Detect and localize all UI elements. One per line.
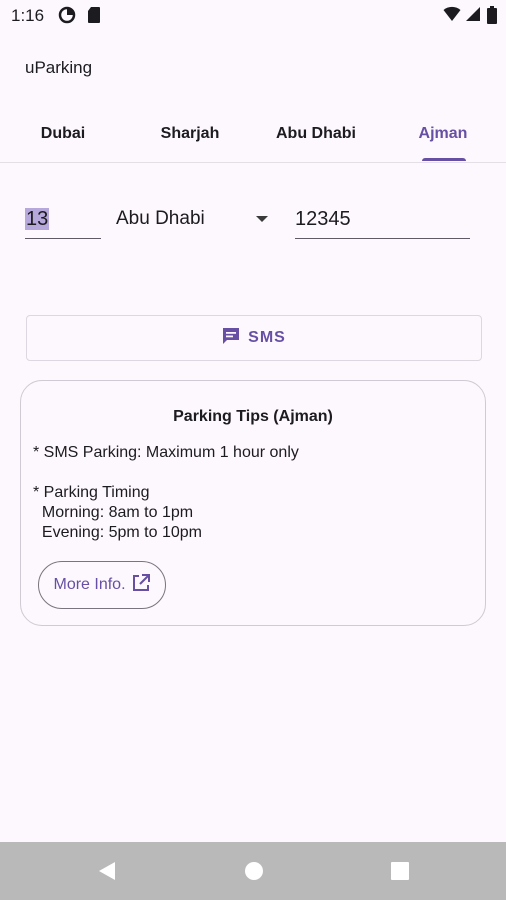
data-saver-icon: [58, 6, 76, 29]
tab-ajman[interactable]: Ajman: [380, 110, 506, 162]
signal-icon: [465, 6, 481, 27]
tab-sharjah[interactable]: Sharjah: [127, 110, 253, 162]
app-title: uParking: [25, 58, 93, 77]
tips-line: * Parking Timing: [33, 484, 150, 501]
open-in-new-icon: [131, 573, 151, 598]
back-icon[interactable]: [97, 861, 117, 886]
recents-icon[interactable]: [390, 861, 410, 886]
wifi-icon: [443, 6, 461, 27]
tips-line: * SMS Parking: Maximum 1 hour only: [33, 444, 299, 461]
sms-button[interactable]: SMS: [26, 315, 482, 361]
more-info-label: More Info.: [53, 576, 126, 593]
dropdown-arrow-icon: [256, 216, 268, 222]
tab-dubai[interactable]: Dubai: [0, 110, 126, 162]
parking-tips-card: Parking Tips (Ajman) * SMS Parking: Maxi…: [20, 380, 486, 626]
emirate-tabs: Dubai Sharjah Abu Dhabi Ajman: [0, 110, 506, 163]
plate-number-input[interactable]: 12345: [295, 200, 470, 239]
status-bar: 1:16: [0, 0, 506, 34]
emirate-dropdown-value: Abu Dhabi: [116, 208, 205, 229]
sms-icon: [222, 327, 240, 350]
system-nav-bar: [0, 842, 506, 900]
more-info-button[interactable]: More Info.: [38, 561, 166, 609]
status-time: 1:16: [11, 6, 45, 25]
emirate-dropdown[interactable]: Abu Dhabi: [116, 200, 276, 238]
sim-card-icon: [87, 6, 101, 29]
battery-icon: [487, 6, 497, 29]
tips-line: Morning: 8am to 1pm: [33, 504, 194, 521]
sms-button-label: SMS: [248, 329, 286, 346]
tab-indicator: [422, 158, 466, 161]
tab-abu-dhabi[interactable]: Abu Dhabi: [253, 110, 379, 162]
plate-number-value: 12345: [295, 208, 351, 230]
home-icon[interactable]: [244, 861, 264, 886]
plate-code-input[interactable]: 13: [25, 200, 101, 239]
tips-title: Parking Tips (Ajman): [173, 408, 333, 425]
plate-code-value: 13: [25, 208, 50, 230]
tips-line: Evening: 5pm to 10pm: [33, 524, 202, 541]
